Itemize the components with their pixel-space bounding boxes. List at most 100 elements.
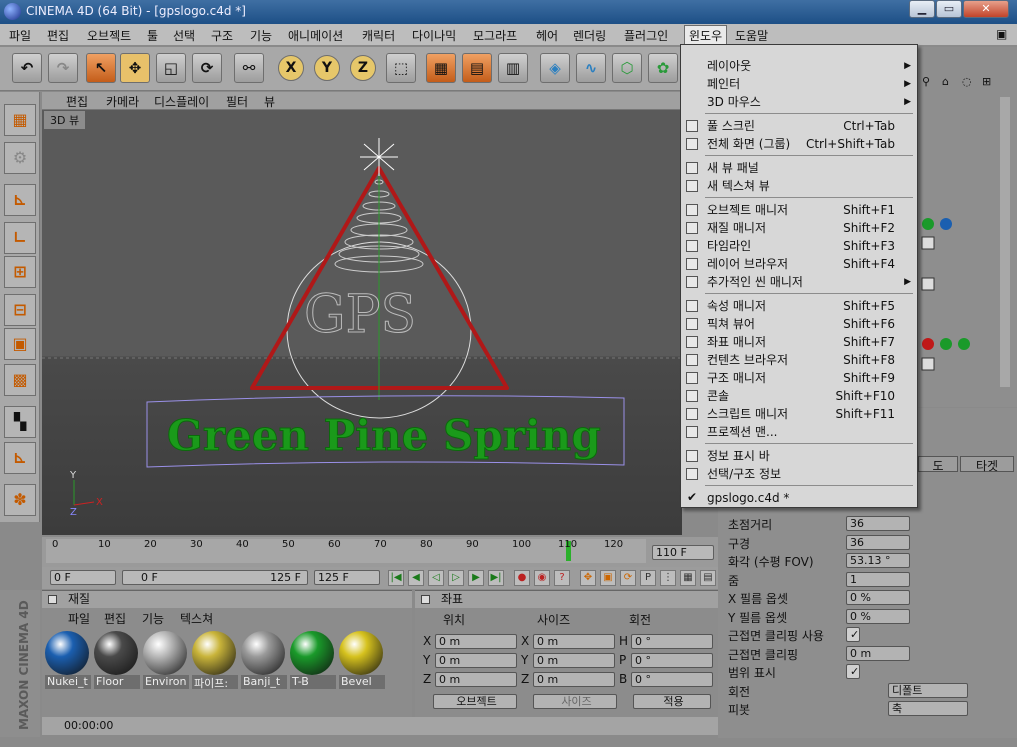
coord-value-field[interactable]: 0 m (533, 653, 615, 668)
menu-8[interactable]: 캐릭터 (362, 27, 395, 44)
material-swatch[interactable]: Environ (143, 631, 189, 689)
render-picture-viewer-icon[interactable]: ▤ (462, 53, 492, 83)
menu-item-3[interactable]: 풀 스크린 Ctrl+Tab (681, 117, 917, 135)
preview-range-slider[interactable]: 0 F 125 F (122, 570, 308, 585)
y-axis-lock-icon[interactable]: Y (314, 55, 340, 81)
menu-0[interactable]: 파일 (9, 27, 31, 44)
attribute-value-field[interactable]: 축 (888, 701, 968, 716)
viewport-menu-3[interactable]: 필터 (226, 93, 248, 110)
viewport-menu-4[interactable]: 뷰 (264, 93, 275, 110)
menu-item-16[interactable]: 구조 매니저 Shift+F9 (681, 369, 917, 387)
menu-item-13[interactable]: 픽쳐 뷰어 Shift+F6 (681, 315, 917, 333)
redo-icon[interactable]: ↷ (48, 53, 78, 83)
polygons-mode-icon[interactable]: ▣ (4, 328, 36, 360)
menu-item-11[interactable]: 추가적인 씬 매니저 ▶ (681, 273, 917, 291)
scheme-icon[interactable]: ▦ (680, 570, 696, 586)
next-frame-icon[interactable]: ▶ (468, 570, 484, 586)
go-to-end-icon[interactable]: ▶| (488, 570, 504, 586)
menu-item-7[interactable]: 오브젝트 매니저 Shift+F1 (681, 201, 917, 219)
material-swatch[interactable]: Banji_t (241, 631, 287, 689)
timeline-ruler[interactable]: 110 F 0 10 20 30 40 50 60 70 80 90 100 110 120 (42, 537, 722, 567)
workplane-icon[interactable]: ⊾ (4, 442, 36, 474)
coord-value-field[interactable]: 0 m (533, 634, 615, 649)
3d-viewport[interactable]: 3D 뷰 GPS Green Pine Spring YXZ (42, 110, 682, 535)
menu-2[interactable]: 오브젝트 (87, 27, 131, 44)
menu-item-14[interactable]: 좌표 매니저 Shift+F7 (681, 333, 917, 351)
key-scale-icon[interactable]: ▣ (600, 570, 616, 586)
view-layout-icon[interactable]: ▦ (4, 104, 36, 136)
material-swatch[interactable]: Floor (94, 631, 140, 689)
attribute-value-field[interactable]: 1 (846, 571, 910, 587)
auto-key-icon[interactable]: ◉ (534, 570, 550, 586)
menu-item-19[interactable]: 프로젝션 맨... (681, 423, 917, 441)
menu-10[interactable]: 모그라프 (473, 27, 517, 44)
menu-item-0[interactable]: 레이아웃 ▶ (681, 57, 917, 75)
texture-mode-icon[interactable]: ⚙ (4, 142, 36, 174)
uv-mode-icon[interactable]: ▩ (4, 364, 36, 396)
record-keys-icon[interactable]: ● (514, 570, 530, 586)
menu-item-18[interactable]: 스크립트 매니저 Shift+F11 (681, 405, 917, 423)
menu-13[interactable]: 플러그인 (624, 27, 668, 44)
undo-icon[interactable]: ↶ (12, 53, 42, 83)
coord-value-field[interactable]: 0 m (435, 672, 517, 687)
menu-11[interactable]: 헤어 (536, 27, 558, 44)
menu-15[interactable]: 도움말 (735, 27, 768, 44)
coord-mode-dropdown[interactable]: 오브젝트 (433, 694, 517, 709)
checker-icon[interactable]: ▚ (4, 406, 36, 438)
menu-6[interactable]: 기능 (250, 27, 272, 44)
object-axis-icon[interactable]: ∟ (4, 222, 36, 254)
coordinate-system-icon[interactable]: ⬚ (386, 53, 416, 83)
menu-item-5[interactable]: 새 뷰 패널 (681, 159, 917, 177)
scale-tool-icon[interactable]: ◱ (156, 53, 186, 83)
coord-value-field[interactable]: 0 m (533, 672, 615, 687)
attribute-value-field[interactable]: 36 (846, 516, 910, 531)
points-mode-icon[interactable]: ⊞ (4, 256, 36, 288)
rotate-tool-icon[interactable]: ⟳ (192, 53, 222, 83)
minimize-button[interactable]: ▁ (909, 0, 935, 18)
menu-5[interactable]: 구조 (211, 27, 233, 44)
menu-14[interactable]: 윈도우 (684, 25, 728, 46)
menu-4[interactable]: 선택 (173, 27, 195, 44)
edges-mode-icon[interactable]: ⊟ (4, 294, 36, 326)
attribute-value-field[interactable]: 53.13 ° (846, 553, 910, 568)
render-view-icon[interactable]: ▦ (426, 53, 456, 83)
viewport-menu-1[interactable]: 카메라 (106, 93, 139, 110)
coord-value-field[interactable]: 0 m (435, 634, 517, 649)
key-pla-icon[interactable]: ⋮ (660, 570, 676, 586)
current-frame-field[interactable]: 110 F (652, 545, 714, 560)
menu-item-15[interactable]: 컨텐츠 브라우저 Shift+F8 (681, 351, 917, 369)
key-rotation-icon[interactable]: ⟳ (620, 570, 636, 586)
animation-icon[interactable]: ✽ (4, 484, 36, 516)
material-menu-1[interactable]: 편집 (104, 610, 126, 627)
render-settings-icon[interactable]: ▥ (498, 53, 528, 83)
play-forward-icon[interactable]: ▷ (448, 570, 464, 586)
menu-item-6[interactable]: 새 텍스쳐 뷰 (681, 177, 917, 195)
end-frame-field[interactable]: 125 F (314, 570, 380, 585)
attribute-value-field[interactable]: ✓ (846, 664, 860, 679)
coord-value-field[interactable]: 0 ° (631, 634, 713, 649)
attribute-value-field[interactable]: 36 (846, 534, 910, 550)
menu-1[interactable]: 편집 (47, 27, 69, 44)
start-frame-field[interactable]: 0 F (50, 570, 116, 585)
menu-item-1[interactable]: 페인터 ▶ (681, 75, 917, 93)
panel-toggle-icon[interactable]: ▣ (996, 27, 1007, 41)
move-tool-icon[interactable]: ✥ (120, 53, 150, 83)
menu-item-2[interactable]: 3D 마우스 ▶ (681, 93, 917, 111)
material-menu-0[interactable]: 파일 (68, 610, 90, 627)
cube-primitive-icon[interactable]: ◈ (540, 53, 570, 83)
z-axis-lock-icon[interactable]: Z (350, 55, 376, 81)
play-backward-icon[interactable]: ◁ (428, 570, 444, 586)
menu-item-22[interactable]: ✔ gpslogo.c4d * (681, 489, 917, 507)
go-to-start-icon[interactable]: |◀ (388, 570, 404, 586)
menu-item-21[interactable]: 선택/구조 정보 (681, 465, 917, 483)
array-icon[interactable]: ✿ (648, 53, 678, 83)
spline-icon[interactable]: ∿ (576, 53, 606, 83)
previous-frame-icon[interactable]: ◀ (408, 570, 424, 586)
attribute-value-field[interactable]: 0 m (846, 645, 910, 661)
attribute-value-field[interactable]: ✓ (846, 627, 860, 642)
menu-item-12[interactable]: 속성 매니저 Shift+F5 (681, 297, 917, 315)
menu-item-17[interactable]: 콘솔 Shift+F10 (681, 387, 917, 405)
menu-item-10[interactable]: 레이어 브라우저 Shift+F4 (681, 255, 917, 273)
viewport-menu-2[interactable]: 디스플레이 (154, 93, 209, 110)
menu-3[interactable]: 툴 (147, 27, 158, 44)
